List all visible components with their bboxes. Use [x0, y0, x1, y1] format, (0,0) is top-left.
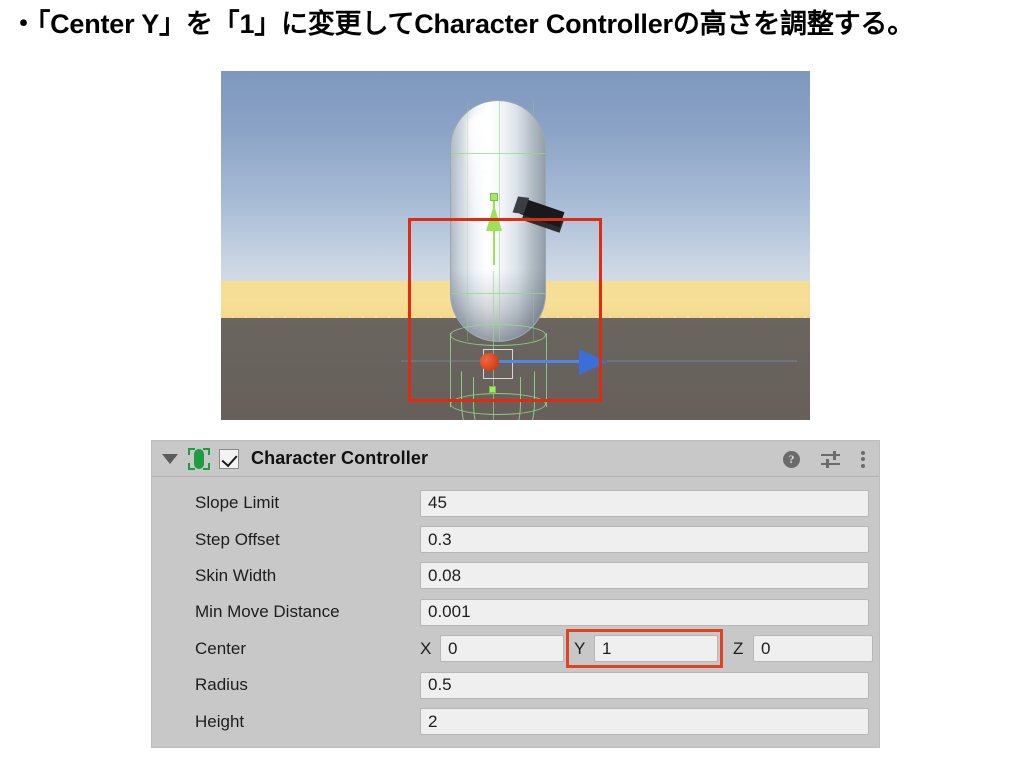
center-y-highlight-box: Y 1: [566, 629, 723, 669]
instruction-body: 「Center Y」を「1」に変更してCharacter Controllerの…: [36, 9, 915, 39]
center-z-part: Z 0: [733, 635, 873, 663]
property-label: Step Offset: [195, 529, 280, 549]
gizmo-z-axis-tail: [607, 360, 797, 362]
center-y-input[interactable]: 1: [594, 635, 718, 663]
step-offset-input[interactable]: 0.3: [420, 526, 869, 554]
property-row-step-offset: Step Offset 0.3: [162, 521, 869, 557]
skin-width-input[interactable]: 0.08: [420, 562, 869, 590]
property-row-min-move-distance: Min Move Distance 0.001: [162, 594, 869, 630]
height-input[interactable]: 2: [420, 708, 869, 736]
property-row-slope-limit: Slope Limit 45: [162, 485, 869, 521]
kebab-menu-icon[interactable]: [861, 450, 865, 468]
page-root: ・「Center Y」を「1」に変更してCharacter Controller…: [0, 0, 1024, 768]
capsule-wire-ring: [451, 153, 545, 154]
bullet-marker: ・: [10, 9, 37, 39]
center-x-label: X: [420, 638, 432, 658]
instruction-text: ・「Center Y」を「1」に変更してCharacter Controller…: [10, 6, 1020, 43]
center-vector3-field: X 0 Y 1 Z 0: [420, 629, 873, 669]
inspector-panel: Character Controller ? Slope Limit 45 St…: [151, 440, 880, 748]
property-row-radius: Radius 0.5: [162, 667, 869, 703]
center-y-label: Y: [574, 638, 586, 658]
radius-input[interactable]: 0.5: [420, 671, 869, 699]
triangle-down-icon[interactable]: [162, 453, 178, 464]
component-enabled-checkbox[interactable]: [219, 448, 239, 469]
scene-annotation-rectangle: [408, 218, 602, 402]
center-x-part: X 0: [420, 635, 564, 663]
help-icon[interactable]: ?: [783, 450, 800, 468]
center-x-input[interactable]: 0: [440, 635, 564, 663]
gizmo-y-axis-handle[interactable]: [490, 193, 498, 201]
property-label: Height: [195, 711, 245, 731]
component-body: Slope Limit 45 Step Offset 0.3 Skin Widt…: [152, 477, 879, 740]
component-title: Character Controller: [251, 448, 429, 468]
unity-scene-view[interactable]: [221, 71, 810, 420]
slope-limit-input[interactable]: 45: [420, 489, 869, 517]
property-row-height: Height 2: [162, 703, 869, 739]
min-move-distance-input[interactable]: 0.001: [420, 598, 869, 626]
property-label: Radius: [195, 675, 248, 695]
property-label: Min Move Distance: [195, 602, 340, 622]
property-label: Skin Width: [195, 565, 277, 585]
center-z-input[interactable]: 0: [753, 635, 873, 663]
property-row-center: Center X 0 Y 1 Z 0: [162, 629, 873, 669]
preset-icon[interactable]: [821, 450, 840, 468]
property-label: Center: [195, 638, 247, 658]
center-z-label: Z: [733, 638, 744, 658]
component-header[interactable]: Character Controller ?: [152, 441, 879, 477]
property-row-skin-width: Skin Width 0.08: [162, 558, 869, 594]
character-controller-icon: [188, 447, 210, 470]
property-label: Slope Limit: [195, 493, 280, 513]
header-icon-group: ?: [783, 441, 865, 477]
